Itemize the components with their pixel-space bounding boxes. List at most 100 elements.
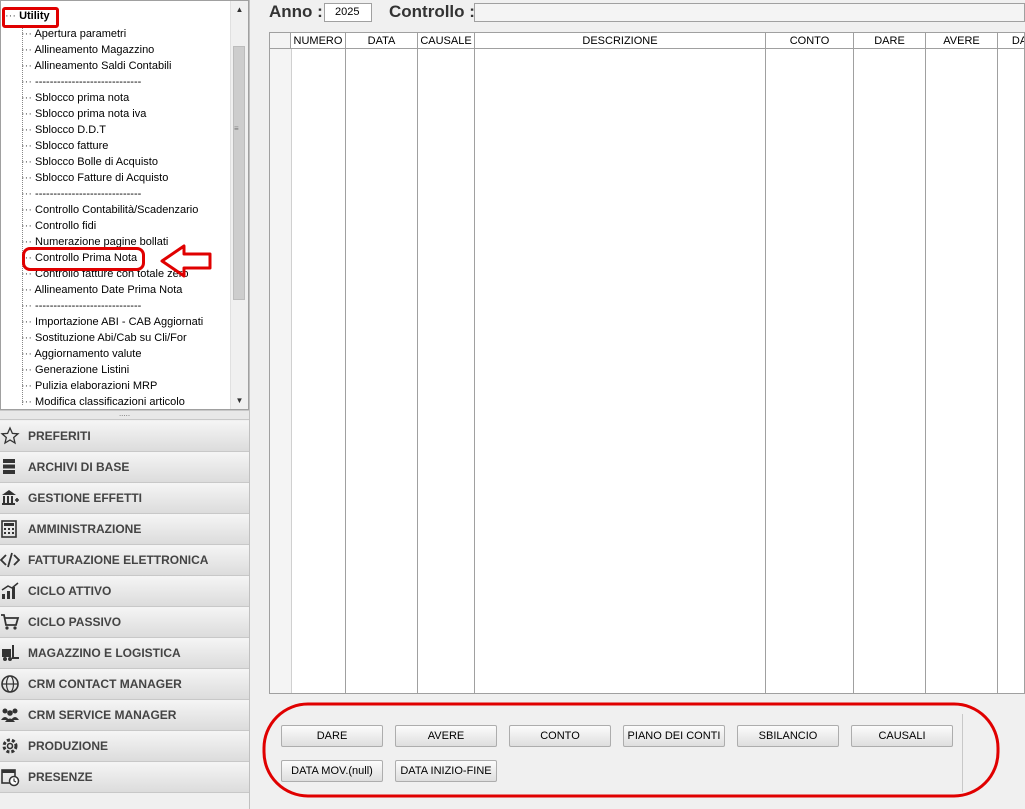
forklift-icon (2, 645, 19, 661)
tree-item[interactable]: ··· Sblocco fatture (21, 138, 108, 154)
tree-item-label: Generazione Listini (35, 364, 130, 376)
tree-item[interactable]: ··· ----------------------------- (21, 74, 141, 90)
annotation-utility-box (2, 7, 59, 28)
tree-item[interactable]: ··· Sblocco prima nota iva (21, 106, 146, 122)
row-header-column (270, 33, 292, 693)
nav-group-label: CICLO ATTIVO (28, 584, 112, 598)
nav-group-label: FATTURAZIONE ELETTRONICA (28, 553, 209, 567)
cart-icon (1, 614, 20, 630)
calculator-icon (1, 520, 17, 538)
column-header[interactable]: CONTO (766, 33, 854, 49)
bank-icon (2, 490, 19, 505)
tree-item[interactable]: ··· Sblocco Fatture di Acquisto (21, 170, 168, 186)
tree-item-label: Aggiornamento valute (34, 348, 142, 360)
prima-nota-grid[interactable]: NUMERO DATA CAUSALE DESCRIZIONE CONTO DARE AVE… (269, 32, 1025, 694)
tree-item-label: Modifica classificazioni articolo (35, 396, 185, 408)
tree-item[interactable]: ··· Aggiornamento valute (21, 346, 141, 362)
column-header[interactable]: DESCRIZIONE (475, 33, 766, 49)
tree-item[interactable]: ··· ----------------------------- (21, 298, 141, 314)
tree-item[interactable]: ··· Allineamento Magazzino (21, 42, 154, 58)
tree-item[interactable]: ··· Generazione Listini (21, 362, 129, 378)
tree-item[interactable]: ··· Pulizia elaborazioni MRP (21, 378, 157, 394)
scroll-down-icon[interactable]: ▼ (231, 392, 248, 409)
controllo-label: Controllo : (389, 2, 475, 21)
annotation-arrow-icon (160, 244, 212, 278)
tree-item-label: Controllo Contabilità/Scadenzario (35, 204, 199, 216)
column-header[interactable]: DARE (854, 33, 926, 49)
nav-group-preferiti[interactable]: PREFERITI (0, 421, 249, 452)
nav-group-crm-service-manager[interactable]: CRM SERVICE MANAGER (0, 700, 249, 731)
people-icon (1, 708, 19, 722)
tree-item-label: Sblocco prima nota iva (35, 108, 147, 120)
tree-item-label: Sostituzione Abi/Cab su Cli/For (35, 332, 187, 344)
grid-column (346, 49, 418, 693)
scroll-grip-icon: ≡ (234, 124, 239, 133)
star-icon (0, 426, 20, 445)
grid-column (998, 49, 1024, 693)
tree-item-label: Sblocco Bolle di Acquisto (35, 156, 158, 168)
tree-item-label: ----------------------------- (35, 76, 142, 88)
column-header[interactable]: DAR (998, 33, 1024, 49)
nav-groups: PREFERITI ARCHIVI DI BASE GESTIONE EFFETTI… (0, 421, 249, 793)
nav-group-amministrazione[interactable]: AMMINISTRAZIONE (0, 514, 249, 545)
scroll-up-icon[interactable]: ▲ (231, 1, 248, 18)
left-panel-border (249, 0, 257, 809)
tree-item[interactable]: ··· Sblocco D.D.T (21, 122, 106, 138)
tree-item-label: Importazione ABI - CAB Aggiornati (35, 316, 204, 328)
gear-icon (2, 738, 18, 754)
tree-item[interactable]: ··· Sblocco Bolle di Acquisto (21, 154, 158, 170)
scroll-thumb[interactable] (233, 46, 245, 300)
utility-tree[interactable]: ··· Utility ··· Apertura parametri ··· Al… (0, 0, 249, 410)
grid-column (926, 49, 998, 693)
nav-group-presenze[interactable]: PRESENZE (0, 762, 249, 793)
nav-group-ciclo-passivo[interactable]: CICLO PASSIVO (0, 607, 249, 638)
grid-column (854, 49, 926, 693)
tree-item[interactable]: ··· Apertura parametri (21, 26, 126, 42)
anno-label: Anno : (269, 2, 323, 21)
tree-item[interactable]: ··· Sostituzione Abi/Cab su Cli/For (21, 330, 187, 346)
nav-group-label: ARCHIVI DI BASE (28, 460, 130, 474)
nav-group-label: AMMINISTRAZIONE (28, 522, 142, 536)
annotation-controllo-prima-nota-box (22, 247, 145, 271)
tree-item-label: Pulizia elaborazioni MRP (35, 380, 158, 392)
grid-column (418, 49, 475, 693)
controllo-input[interactable] (474, 3, 1025, 22)
nav-group-crm-contact-manager[interactable]: CRM CONTACT MANAGER (0, 669, 249, 700)
tree-item[interactable]: ··· ----------------------------- (21, 186, 141, 202)
tree-item[interactable]: ··· Sblocco prima nota (21, 90, 129, 106)
column-header[interactable]: DATA (346, 33, 418, 49)
nav-group-gestione-effetti[interactable]: GESTIONE EFFETTI (0, 483, 249, 514)
tree-item-label: Allineamento Date Prima Nota (34, 284, 183, 296)
tree-scrollbar[interactable]: ▲ ≡ ▼ (230, 1, 248, 409)
nav-group-ciclo-attivo[interactable]: CICLO ATTIVO (0, 576, 249, 607)
database-icon (3, 459, 15, 474)
nav-group-label: PREFERITI (28, 429, 91, 443)
nav-group-fatturazione-elettronica[interactable]: FATTURAZIONE ELETTRONICA (0, 545, 249, 576)
tree-item[interactable]: ··· Controllo fidi (21, 218, 96, 234)
tree-item-label: Apertura parametri (34, 28, 127, 40)
nav-group-label: CICLO PASSIVO (28, 615, 122, 629)
nav-group-magazzino-e-logistica[interactable]: MAGAZZINO E LOGISTICA (0, 638, 249, 669)
nav-group-archivi-di-base[interactable]: ARCHIVI DI BASE (0, 452, 249, 483)
nav-group-label: CRM CONTACT MANAGER (28, 677, 182, 691)
nav-group-label: MAGAZZINO E LOGISTICA (28, 646, 181, 660)
grid-column (291, 49, 346, 693)
nav-group-produzione[interactable]: PRODUZIONE (0, 731, 249, 762)
tree-item[interactable]: ··· Modifica classificazioni articolo (21, 394, 185, 409)
nav-group-label: CRM SERVICE MANAGER (28, 708, 177, 722)
tree-item-label: Sblocco D.D.T (35, 124, 106, 136)
tree-item-label: ----------------------------- (35, 300, 142, 312)
anno-input[interactable]: 2025 (324, 3, 372, 22)
column-header[interactable]: AVERE (926, 33, 998, 49)
tree-item-label: Allineamento Magazzino (34, 44, 155, 56)
tree-item[interactable]: ··· Allineamento Saldi Contabili (21, 58, 171, 74)
grid-column (475, 49, 766, 693)
panel-splitter[interactable]: ..... (0, 410, 249, 420)
tree-item[interactable]: ··· Importazione ABI - CAB Aggiornati (21, 314, 203, 330)
tree-item-label: Allineamento Saldi Contabili (34, 60, 172, 72)
tree-item[interactable]: ··· Controllo Contabilità/Scadenzario (21, 202, 198, 218)
tree-item[interactable]: ··· Allineamento Date Prima Nota (21, 282, 182, 298)
column-header[interactable]: NUMERO (291, 33, 346, 49)
globe-icon (1, 675, 19, 693)
column-header[interactable]: CAUSALE (418, 33, 475, 49)
